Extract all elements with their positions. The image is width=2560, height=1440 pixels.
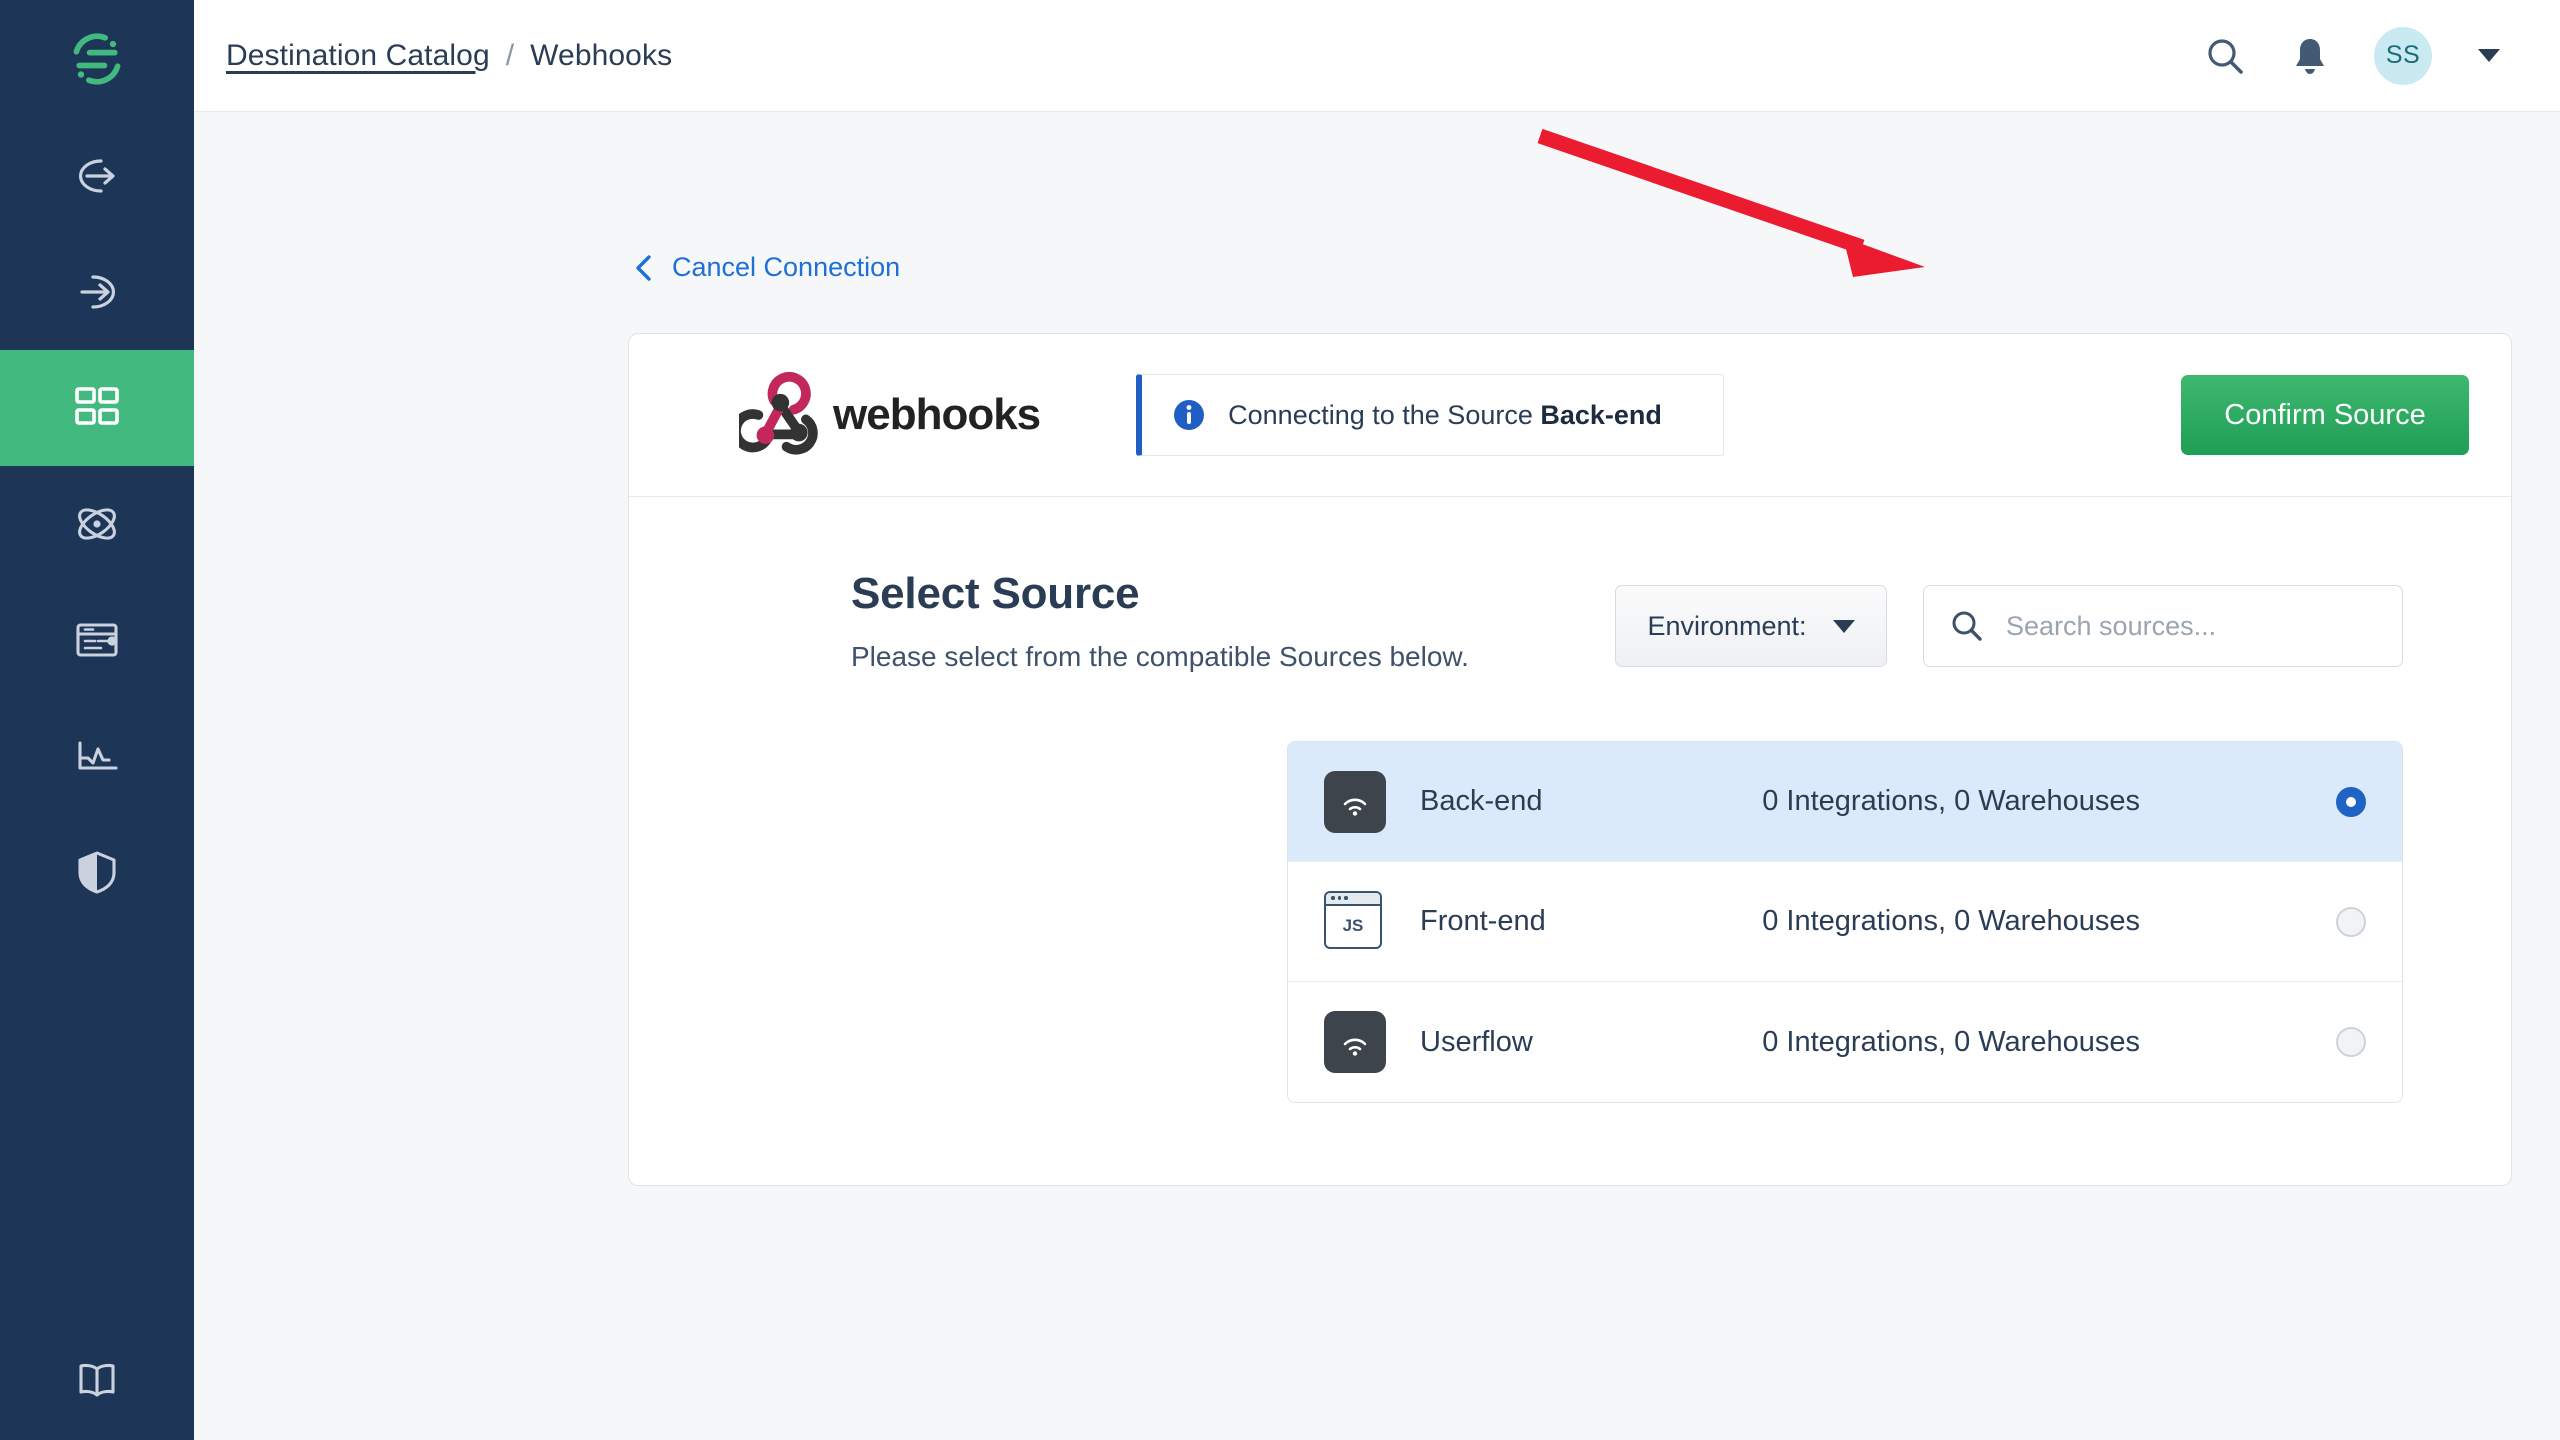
sidebar [0,0,194,1440]
select-source-header: Select Source Please select from the com… [629,569,2511,673]
page-title: Select Source [851,569,1140,618]
info-banner: Connecting to the Source Back-end [1136,374,1725,456]
confirm-source-button[interactable]: Confirm Source [2181,375,2469,455]
webhooks-brand: webhooks [739,371,1041,459]
breadcrumb-separator: / [505,38,515,72]
content-area: Cancel Connection webhooks Connecting to… [194,112,2560,1440]
shield-icon [78,851,116,894]
sidebar-item-privacy[interactable] [0,814,194,930]
bell-icon [2296,38,2324,74]
sidebar-item-activity[interactable] [0,698,194,814]
webhooks-brand-name: webhooks [833,390,1041,439]
card-body: Select Source Please select from the com… [629,497,2511,1185]
segment-logo-icon [73,33,121,85]
book-icon [79,1363,115,1397]
javascript-browser-icon: JS [1324,890,1386,953]
environment-dropdown-label: Environment: [1647,610,1807,641]
cancel-connection-button[interactable]: Cancel Connection [634,252,900,283]
source-list: Back-end 0 Integrations, 0 Warehouses JS… [1287,741,2403,1103]
arrow-in-circle-icon [80,275,116,309]
source-meta: 0 Integrations, 0 Warehouses [1762,785,2140,817]
grid-squares-icon [75,387,119,425]
source-row-back-end[interactable]: Back-end 0 Integrations, 0 Warehouses [1288,742,2402,862]
notifications-button[interactable] [2290,35,2330,77]
connection-card: webhooks Connecting to the Source Back-e… [628,333,2512,1186]
sidebar-item-connections[interactable] [0,466,194,582]
main-area: Destination Catalog / Webhooks SS Cancel… [194,0,2560,1440]
sidebar-item-docs[interactable] [0,1320,194,1440]
arrow-out-circle-icon [78,159,115,193]
top-bar: Destination Catalog / Webhooks SS [194,0,2560,112]
line-chart-icon [78,741,118,770]
source-radio-selected[interactable] [2336,786,2366,817]
page-subtitle: Please select from the compatible Source… [851,641,1469,672]
chevron-down-icon [1832,619,1855,633]
info-banner-source-name: Back-end [1540,399,1662,430]
app-root: Destination Catalog / Webhooks SS Cancel… [0,0,2560,1440]
card-header: webhooks Connecting to the Source Back-e… [629,334,2511,497]
webhooks-logo-icon [739,372,818,455]
search-icon [2208,38,2243,74]
source-radio[interactable] [2336,1027,2366,1057]
sidebar-item-destinations[interactable] [0,234,194,350]
search-icon [1952,611,1982,641]
breadcrumb-link-destination-catalog[interactable]: Destination Catalog [226,39,490,73]
cancel-connection-label: Cancel Connection [672,252,901,282]
source-meta: 0 Integrations, 0 Warehouses [1762,1025,2140,1058]
segment-logo[interactable] [0,0,194,118]
info-banner-text: Connecting to the Source Back-end [1228,400,1662,431]
search-sources-box[interactable] [1923,585,2403,667]
info-circle-icon [1172,398,1206,432]
breadcrumb-current-webhooks: Webhooks [530,38,673,72]
search-button[interactable] [2204,35,2246,77]
environment-dropdown[interactable]: Environment: [1615,585,1887,667]
select-source-titles: Select Source Please select from the com… [851,569,1469,673]
source-name: Userflow [1420,1025,1533,1058]
chevron-left-icon [634,253,654,283]
cancel-connection-row: Cancel Connection [194,112,2560,283]
atom-icon [78,508,116,540]
source-row-front-end[interactable]: JS Front-end 0 Integrations, 0 Warehouse… [1288,862,2402,982]
breadcrumb: Destination Catalog / Webhooks [226,39,672,73]
source-filters: Environment: [1615,585,2403,673]
sidebar-item-protocols[interactable] [0,582,194,698]
source-row-userflow[interactable]: Userflow 0 Integrations, 0 Warehouses [1288,982,2402,1102]
source-radio[interactable] [2336,906,2366,937]
search-input[interactable] [2006,610,2386,642]
source-name: Back-end [1420,785,1543,817]
sidebar-item-catalog[interactable] [0,350,194,466]
tracking-plan-icon [76,623,118,657]
server-signal-icon [1324,770,1386,833]
chevron-down-icon[interactable] [2478,49,2500,62]
server-signal-icon [1324,1011,1386,1073]
sidebar-item-sources[interactable] [0,118,194,234]
source-meta: 0 Integrations, 0 Warehouses [1762,905,2140,937]
top-bar-actions: SS [2204,26,2500,85]
info-banner-prefix: Connecting to the Source [1228,399,1541,430]
source-name: Front-end [1420,905,1546,937]
avatar[interactable]: SS [2374,26,2432,85]
